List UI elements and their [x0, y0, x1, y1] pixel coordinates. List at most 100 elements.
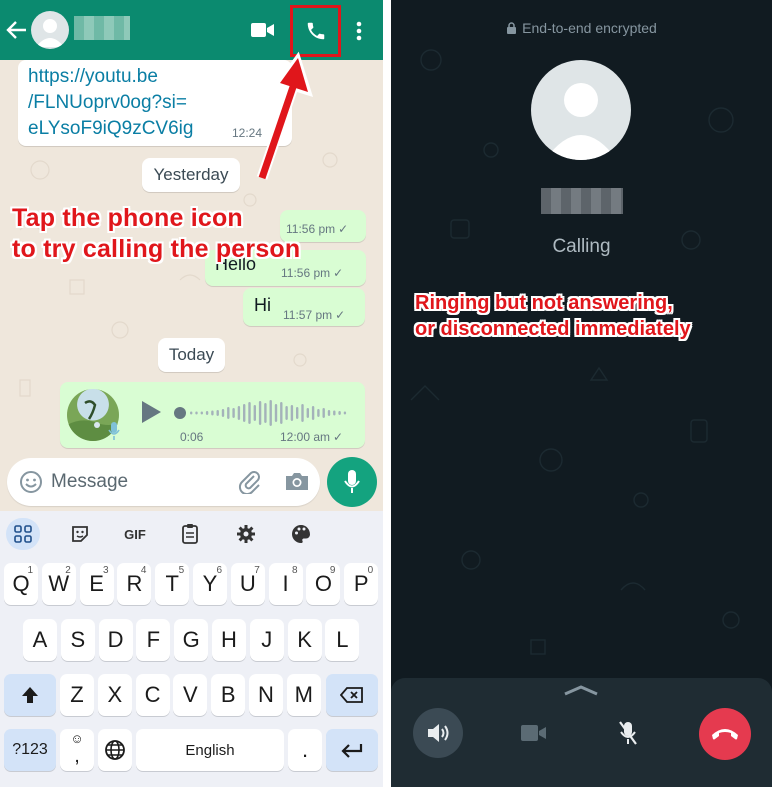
- link-text[interactable]: https://youtu.be /FLNUoprv0og?si= eLYsoF…: [28, 64, 233, 142]
- key-m[interactable]: M: [286, 674, 321, 716]
- shift-key[interactable]: [4, 674, 56, 716]
- waveform-bar: [200, 411, 203, 415]
- waveform-bar: [301, 404, 304, 422]
- chat-header: [0, 0, 383, 60]
- callee-avatar: [531, 60, 631, 160]
- emoji-comma-key[interactable]: ☺,: [60, 729, 94, 771]
- waveform-bar: [322, 408, 325, 418]
- key-t[interactable]: T5: [155, 563, 190, 605]
- annotation-ringing: Ringing but not answering, or disconnect…: [415, 292, 691, 340]
- clipboard-icon[interactable]: [173, 518, 207, 550]
- key-label: J: [261, 627, 273, 652]
- message-field[interactable]: [7, 458, 320, 506]
- key-d[interactable]: D: [98, 619, 133, 661]
- key-a[interactable]: A: [23, 619, 57, 661]
- key-label: Y: [202, 571, 218, 596]
- message-bubble-outgoing[interactable]: Hi 11:57 pm ✓: [243, 288, 365, 326]
- speaker-button[interactable]: [413, 708, 463, 758]
- backspace-key[interactable]: [326, 674, 378, 716]
- end-call-button[interactable]: [699, 708, 751, 760]
- key-x[interactable]: X: [97, 674, 132, 716]
- key-f[interactable]: F: [136, 619, 171, 661]
- more-options-icon[interactable]: [350, 18, 368, 44]
- space-key[interactable]: English: [136, 729, 284, 771]
- hang-up-icon: [712, 729, 738, 740]
- apps-grid-icon[interactable]: [6, 518, 40, 550]
- key-i[interactable]: I8: [268, 563, 303, 605]
- symbols-key[interactable]: ?123: [4, 729, 56, 771]
- key-q[interactable]: Q1: [4, 563, 38, 605]
- emoji-icon[interactable]: [19, 470, 43, 494]
- key-label: L: [336, 627, 349, 652]
- voice-record-button[interactable]: [327, 457, 377, 507]
- waveform-bar: [264, 403, 267, 423]
- playhead[interactable]: [174, 407, 186, 419]
- waveform-bar: [285, 406, 288, 420]
- voice-message-bubble[interactable]: 0:06 12:00 am ✓: [60, 382, 365, 448]
- settings-gear-icon[interactable]: [229, 518, 263, 550]
- key-j[interactable]: J: [249, 619, 284, 661]
- key-label: X: [107, 682, 123, 707]
- key-n[interactable]: N: [249, 674, 283, 716]
- enter-arrow-icon: [341, 744, 363, 758]
- key-label: .: [301, 737, 309, 762]
- waveform-bar: [327, 410, 331, 416]
- encryption-notice: End-to-end encrypted: [391, 20, 772, 36]
- annotation-tap-phone: Tap the phone icon to try calling the pe…: [12, 204, 301, 263]
- key-b[interactable]: B: [211, 674, 246, 716]
- key-v[interactable]: V: [173, 674, 208, 716]
- key-l[interactable]: L: [325, 619, 360, 661]
- key-label: E: [89, 571, 104, 596]
- key-z[interactable]: Z: [60, 674, 94, 716]
- camera-icon[interactable]: [284, 470, 310, 494]
- key-label: Z: [70, 682, 84, 707]
- key-w[interactable]: W2: [41, 563, 76, 605]
- message-input[interactable]: [51, 458, 221, 506]
- key-s[interactable]: S: [60, 619, 95, 661]
- audio-waveform[interactable]: [174, 398, 350, 428]
- mute-button[interactable]: [603, 708, 653, 758]
- language-globe-key[interactable]: [98, 729, 132, 771]
- key-hint: 1: [27, 565, 33, 576]
- key-o[interactable]: O9: [306, 563, 341, 605]
- expand-chevron-icon[interactable]: [563, 684, 599, 696]
- play-icon[interactable]: [140, 400, 164, 426]
- key-label: F: [146, 627, 161, 652]
- attach-icon[interactable]: [238, 470, 262, 496]
- key-label: ☺: [70, 731, 84, 746]
- key-r[interactable]: R4: [117, 563, 152, 605]
- key-label: ?123: [12, 741, 48, 758]
- key-u[interactable]: U7: [230, 563, 265, 605]
- enter-key[interactable]: [326, 729, 378, 771]
- callee-name-redacted: [541, 188, 623, 214]
- speaker-icon: [428, 724, 449, 742]
- key-e[interactable]: E3: [79, 563, 114, 605]
- back-arrow-icon[interactable]: [4, 18, 30, 42]
- key-y[interactable]: Y6: [193, 563, 227, 605]
- message-input-bar: [0, 455, 383, 513]
- key-label: D: [107, 627, 124, 652]
- voice-duration: 0:06: [180, 430, 204, 444]
- contact-name-redacted[interactable]: [74, 16, 130, 40]
- lock-icon: [507, 21, 517, 34]
- call-screen: End-to-end encrypted Calling Ringing but…: [391, 0, 772, 787]
- waveform-bar: [253, 405, 256, 421]
- waveform-bar: [221, 409, 225, 417]
- key-label: N: [258, 682, 274, 707]
- key-h[interactable]: H: [212, 619, 246, 661]
- key-c[interactable]: C: [135, 674, 170, 716]
- key-p[interactable]: P0: [344, 563, 379, 605]
- gif-button[interactable]: GIF: [118, 518, 152, 550]
- video-call-icon[interactable]: [250, 20, 276, 40]
- call-controls-panel: [391, 678, 772, 787]
- key-g[interactable]: G: [174, 619, 209, 661]
- waveform-bar: [280, 402, 283, 424]
- video-toggle-button[interactable]: [509, 708, 559, 758]
- globe-icon: [105, 740, 125, 760]
- theme-palette-icon[interactable]: [284, 518, 318, 550]
- contact-avatar[interactable]: [31, 11, 69, 49]
- key-k[interactable]: K: [287, 619, 322, 661]
- waveform-bar: [343, 411, 347, 415]
- sticker-icon[interactable]: [63, 518, 97, 550]
- period-key[interactable]: .: [288, 729, 322, 771]
